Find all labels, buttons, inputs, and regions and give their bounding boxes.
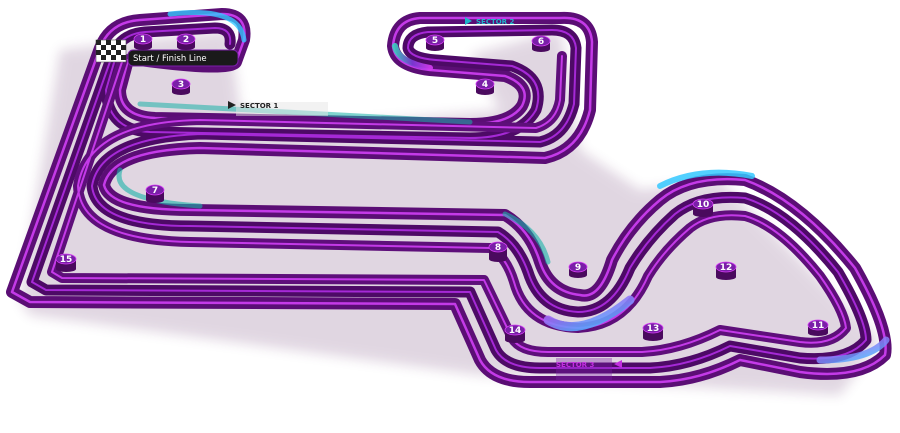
turn-marker-3: 3 [171,78,191,95]
turn-label-8: 8 [495,243,501,253]
turn-marker-8: 8 [488,241,508,262]
turn-label-11: 11 [812,321,825,331]
turn-label-15: 15 [60,255,73,265]
turn-label-6: 6 [538,37,544,47]
turn-marker-2: 2 [176,33,196,50]
turn-marker-12: 12 [715,261,737,280]
turn-label-1: 1 [140,35,146,45]
sector-1-marker: SECTOR 1 [228,101,328,116]
turn-label-14: 14 [509,326,522,336]
turn-marker-6: 6 [531,35,551,52]
turn-label-2: 2 [183,35,189,45]
turn-marker-11: 11 [807,319,829,336]
turn-marker-4: 4 [475,78,495,95]
turn-marker-5: 5 [425,34,445,51]
turn-label-7: 7 [152,186,158,196]
turn-label-13: 13 [647,324,660,334]
turn-marker-14: 14 [504,324,526,343]
sector-2-label: SECTOR 2 [476,18,515,26]
start-finish-label: Start / Finish Line [133,54,207,64]
turn-marker-7: 7 [145,184,165,203]
turn-label-5: 5 [432,36,438,46]
turn-label-4: 4 [482,80,488,90]
sector-3-label: SECTOR 3 [556,361,595,369]
sector-1-label: SECTOR 1 [240,102,279,110]
turn-marker-1: 1 [133,33,153,50]
turn-marker-9: 9 [568,261,588,278]
turn-marker-13: 13 [642,322,664,341]
turn-marker-15: 15 [55,253,77,272]
turn-marker-10: 10 [692,198,714,217]
turn-label-3: 3 [178,80,184,90]
turn-label-12: 12 [720,263,733,273]
turn-label-10: 10 [697,200,710,210]
turn-label-9: 9 [575,263,581,273]
track-map: Start / Finish Line SECTOR 1 SECTOR 2 SE… [6,8,892,395]
